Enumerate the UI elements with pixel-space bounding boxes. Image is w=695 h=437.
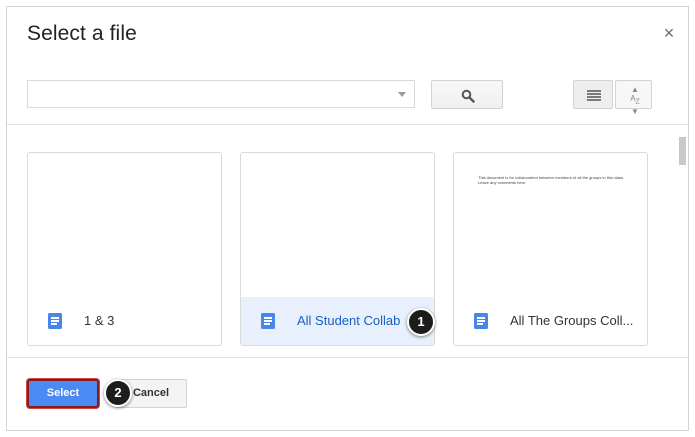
- divider: [7, 124, 688, 125]
- select-button[interactable]: Select: [27, 379, 99, 408]
- step-callout-2: 2: [104, 379, 132, 407]
- sort-button[interactable]: ▲ AZ ▼: [615, 80, 652, 116]
- file-name: 1 & 3: [84, 313, 115, 328]
- google-doc-icon: [48, 313, 62, 329]
- close-icon[interactable]: ×: [660, 24, 678, 42]
- dropdown-caret-icon[interactable]: [398, 92, 406, 97]
- file-preview-text: This document is for collaboration betwe…: [478, 175, 625, 185]
- list-view-button[interactable]: [573, 80, 613, 109]
- sort-az-icon: ▲ AZ ▼: [630, 85, 640, 116]
- divider: [7, 357, 688, 358]
- file-card-footer: All Student Collab: [241, 297, 434, 345]
- step-callout-1: 1: [407, 308, 435, 336]
- file-card[interactable]: 1 & 3: [27, 152, 222, 346]
- list-view-icon: [587, 90, 601, 102]
- file-name: All The Groups Coll...: [510, 313, 634, 328]
- dialog-title: Select a file: [27, 22, 137, 45]
- file-card[interactable]: This document is for collaboration betwe…: [453, 152, 648, 346]
- file-card-selected[interactable]: All Student Collab: [240, 152, 435, 346]
- google-doc-icon: [474, 313, 488, 329]
- search-icon: [461, 89, 475, 103]
- file-card-footer: 1 & 3: [28, 297, 221, 345]
- search-input[interactable]: [28, 81, 399, 107]
- scrollbar-thumb[interactable]: [679, 137, 686, 165]
- google-doc-icon: [261, 313, 275, 329]
- search-field[interactable]: [27, 80, 415, 108]
- search-button[interactable]: [431, 80, 503, 109]
- file-card-footer: All The Groups Coll...: [454, 297, 647, 345]
